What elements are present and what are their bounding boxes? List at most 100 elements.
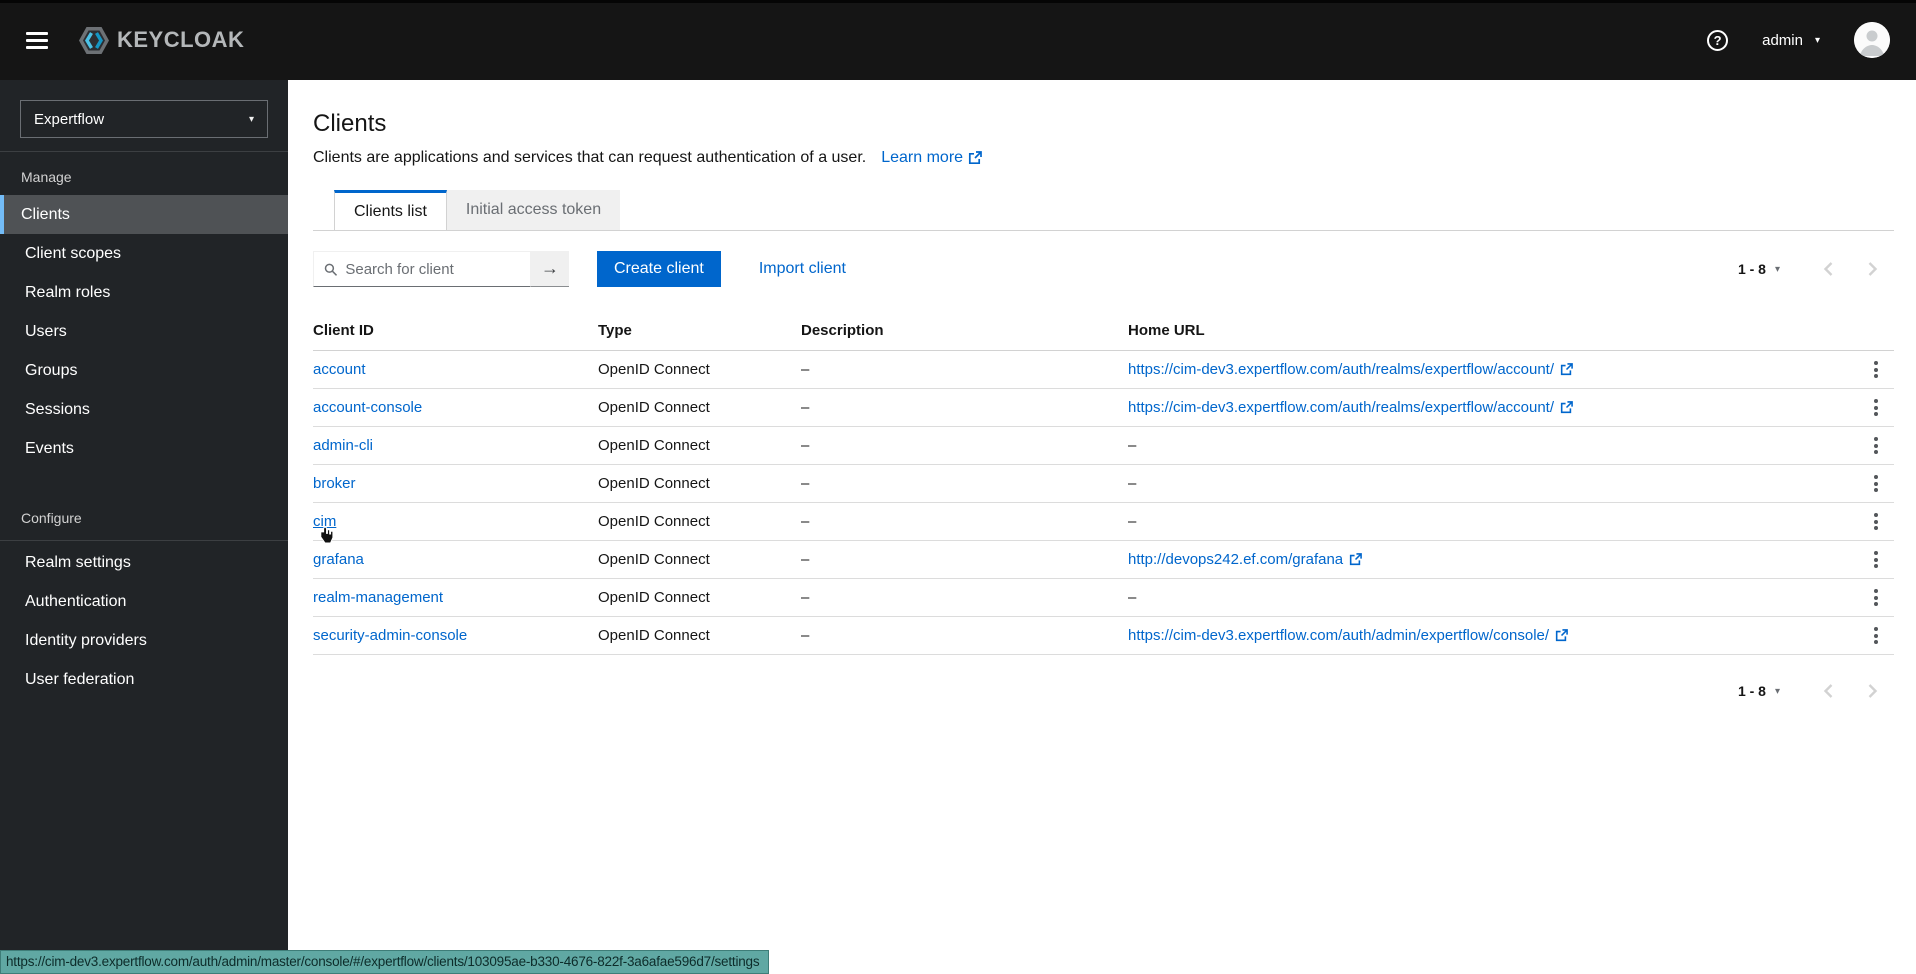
user-menu[interactable]: admin ▾ [1762,32,1820,49]
client-link-broker[interactable]: broker [313,475,356,492]
import-client-link[interactable]: Import client [759,260,846,278]
search-group: → [313,251,569,287]
table-row: cim OpenID Connect – – [313,503,1894,541]
client-type: OpenID Connect [598,579,801,617]
sidebar-divider [0,540,288,541]
kebab-menu-icon[interactable] [1866,358,1886,382]
page-description: Clients are applications and services th… [313,149,866,167]
prev-page-button[interactable] [1806,251,1850,287]
sidebar: Expertflow ▾ Manage Clients Client scope… [0,80,288,974]
help-icon[interactable]: ? [1707,30,1728,51]
home-url-link[interactable]: https://cim-dev3.expertflow.com/auth/adm… [1128,627,1568,644]
sidebar-item-realm-roles[interactable]: Realm roles [0,273,288,312]
pagination-options-icon[interactable]: ▾ [1775,264,1780,275]
tab-initial-access-token[interactable]: Initial access token [447,190,620,230]
learn-more-link[interactable]: Learn more [881,149,982,167]
kebab-menu-icon[interactable] [1866,510,1886,534]
pagination-range: 1 - 8 [1738,261,1766,277]
sidebar-item-user-federation[interactable]: User federation [0,660,288,699]
chevron-down-icon: ▾ [249,114,254,125]
kebab-menu-icon[interactable] [1866,472,1886,496]
search-submit-button[interactable]: → [531,251,569,287]
keycloak-brand[interactable]: KEYCLOAK [78,26,244,55]
search-input[interactable] [345,261,520,278]
realm-selector[interactable]: Expertflow ▾ [20,100,268,138]
next-page-button[interactable] [1850,251,1894,287]
table-row: account-console OpenID Connect – https:/… [313,389,1894,427]
kebab-menu-icon[interactable] [1866,434,1886,458]
client-type: OpenID Connect [598,541,801,579]
search-box [313,251,531,287]
client-type: OpenID Connect [598,503,801,541]
client-description: – [801,617,1128,655]
sidebar-item-users[interactable]: Users [0,312,288,351]
kebab-menu-icon[interactable] [1866,586,1886,610]
sidebar-item-client-scopes[interactable]: Client scopes [0,234,288,273]
client-type: OpenID Connect [598,465,801,503]
configure-nav-list: Realm settings Authentication Identity p… [0,543,288,699]
kebab-menu-icon[interactable] [1866,624,1886,648]
sidebar-item-groups[interactable]: Groups [0,351,288,390]
kebab-menu-icon[interactable] [1866,548,1886,572]
manage-nav-list: Clients Client scopes Realm roles Users … [0,195,288,468]
next-page-button[interactable] [1850,673,1894,709]
client-link-account[interactable]: account [313,361,366,378]
home-url-link[interactable]: https://cim-dev3.expertflow.com/auth/rea… [1128,399,1573,416]
client-link-realm-management[interactable]: realm-management [313,589,443,606]
client-type: OpenID Connect [598,427,801,465]
create-client-button[interactable]: Create client [597,251,721,287]
column-client-id: Client ID [313,313,598,351]
client-description: – [801,465,1128,503]
table-row: security-admin-console OpenID Connect – … [313,617,1894,655]
home-url-empty: – [1128,465,1838,503]
column-description: Description [801,313,1128,351]
tab-clients-list[interactable]: Clients list [334,190,447,230]
home-url-link[interactable]: https://cim-dev3.expertflow.com/auth/rea… [1128,361,1573,378]
external-link-icon [968,151,982,165]
home-url-text: https://cim-dev3.expertflow.com/auth/rea… [1128,399,1554,416]
sidebar-item-authentication[interactable]: Authentication [0,582,288,621]
chevron-down-icon: ▾ [1815,35,1820,46]
client-link-grafana[interactable]: grafana [313,551,364,568]
pagination-options-icon[interactable]: ▾ [1775,686,1780,697]
table-row: account OpenID Connect – https://cim-dev… [313,351,1894,389]
table-row: realm-management OpenID Connect – – [313,579,1894,617]
column-home-url: Home URL [1128,313,1838,351]
sidebar-item-identity-providers[interactable]: Identity providers [0,621,288,660]
status-bar-url: https://cim-dev3.expertflow.com/auth/adm… [0,950,769,974]
menu-toggle-icon[interactable] [26,32,48,49]
main-content: Clients Clients are applications and ser… [288,80,1916,974]
toolbar: → Create client Import client 1 - 8 ▾ [313,251,1894,287]
chevron-right-icon [1867,683,1878,699]
sidebar-item-sessions[interactable]: Sessions [0,390,288,429]
home-url-text: http://devops242.ef.com/grafana [1128,551,1343,568]
home-url-text: https://cim-dev3.expertflow.com/auth/adm… [1128,627,1549,644]
home-url-link[interactable]: http://devops242.ef.com/grafana [1128,551,1362,568]
avatar[interactable] [1854,22,1890,58]
client-link-account-console[interactable]: account-console [313,399,422,416]
client-description: – [801,503,1128,541]
kebab-menu-icon[interactable] [1866,396,1886,420]
bottom-bar: 1 - 8 ▾ [313,673,1894,709]
client-link-admin-cli[interactable]: admin-cli [313,437,373,454]
cursor-pointer-icon [318,527,335,544]
client-link-security-admin-console[interactable]: security-admin-console [313,627,467,644]
sidebar-item-realm-settings[interactable]: Realm settings [0,543,288,582]
column-actions [1838,313,1894,351]
client-description: – [801,427,1128,465]
learn-more-label: Learn more [881,149,963,167]
keycloak-logo-icon [78,26,110,55]
sidebar-item-clients[interactable]: Clients [0,195,288,234]
realm-selector-value: Expertflow [34,111,104,128]
prev-page-button[interactable] [1806,673,1850,709]
home-url-empty: – [1128,503,1838,541]
external-link-icon [1560,401,1573,414]
nav-section-manage: Manage [0,152,288,195]
sidebar-item-events[interactable]: Events [0,429,288,468]
arrow-right-icon: → [541,258,559,279]
client-type: OpenID Connect [598,351,801,389]
chevron-right-icon [1867,261,1878,277]
clients-table: Client ID Type Description Home URL acco… [313,313,1894,655]
external-link-icon [1560,363,1573,376]
table-row: broker OpenID Connect – – [313,465,1894,503]
